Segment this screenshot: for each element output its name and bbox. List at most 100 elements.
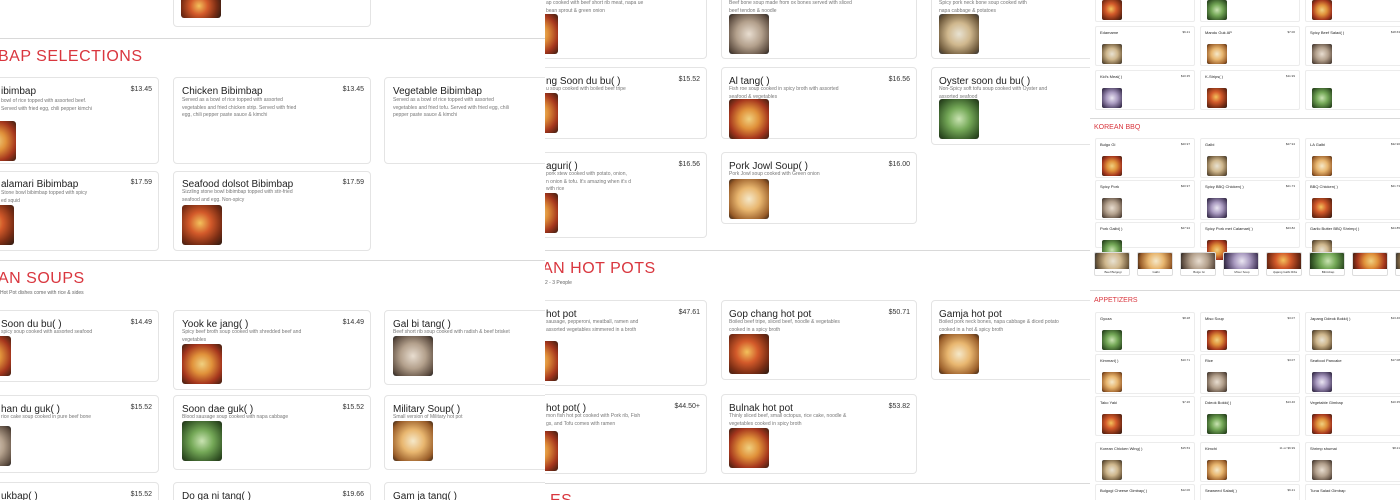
menu-item-card[interactable] xyxy=(1305,70,1400,110)
menu-item-card[interactable]: Shrimp shumai $8.21 xyxy=(1305,442,1400,482)
menu-item-card[interactable]: Kimmari( ) $10.71 xyxy=(1095,354,1195,394)
menu-item-card[interactable]: Gyoza $8.28 xyxy=(1095,312,1195,352)
menu-item-card[interactable]: Gamja hot pot Boiled pork neck bones, na… xyxy=(931,300,1090,380)
item-name: Bulgo Gi xyxy=(1100,142,1116,147)
photo-strip-item[interactable]: Rice xyxy=(1395,252,1400,276)
menu-item-card[interactable] xyxy=(173,0,371,27)
menu-item-card[interactable]: Chicken Bibimbap $13.45 Served as a bowl… xyxy=(173,77,371,164)
menu-item-card[interactable]: Tako Yaki $7.26 xyxy=(1095,396,1195,436)
photo-strip-item[interactable] xyxy=(1352,252,1388,276)
menu-item-card[interactable]: Spicy Beef Salad( ) $18.63 xyxy=(1305,26,1400,66)
menu-item-card[interactable]: Miso Soup $3.07 xyxy=(1200,312,1300,352)
dish-photo xyxy=(1207,156,1227,176)
menu-item-card[interactable]: Gop chang hot pot $50.71 Boiled beef tri… xyxy=(721,300,917,380)
menu-item-card[interactable]: Garlic Butter BBQ Shrimp( ) $24.85 xyxy=(1305,222,1400,260)
dish-photo xyxy=(1312,88,1332,108)
menu-item-card[interactable]: hot pot $47.61 sausage, pepperoni, meatb… xyxy=(545,300,707,386)
menu-item-card[interactable]: Ddeok Bokki( ) $13.46 xyxy=(1200,396,1300,436)
menu-item-card[interactable]: Gal bi tang( ) Beef short rib soup cooke… xyxy=(384,310,545,385)
menu-item-card[interactable]: Vegetable Gimbap $10.35 xyxy=(1305,396,1400,436)
item-price: $13.45 xyxy=(130,86,152,93)
item-price: $6.21 xyxy=(1287,488,1295,492)
menu-item-card[interactable]: Pork Jowl Soup( ) $16.00 Pork Jowl soup … xyxy=(721,152,917,224)
menu-item-card[interactable]: Spicy BBQ Chicken( ) $21.73 xyxy=(1200,180,1300,220)
menu-item-card[interactable]: Spicy pork neck bone soup cooked with na… xyxy=(931,0,1090,59)
menu-item-card[interactable]: Beef bone soup made from ox bones served… xyxy=(721,0,917,59)
menu-item-card[interactable]: Bulgogi Cheese Gimbap( ) $12.06 xyxy=(1095,484,1195,500)
dish-photo xyxy=(729,99,769,139)
menu-item-card[interactable]: han du guk( ) $15.52 rice cake soup cook… xyxy=(0,395,159,473)
menu-item-card[interactable]: Korean Chicken Wing( ) $15.53 xyxy=(1095,442,1195,482)
menu-item-card[interactable]: Oyster soon du bu( ) Non-Spicy soft tofu… xyxy=(931,67,1090,145)
menu-item-card[interactable]: BBQ Chicken( ) $21.73 xyxy=(1305,180,1400,220)
item-name: Tuna Salad Gimbap xyxy=(1310,488,1346,493)
dish-photo xyxy=(1207,330,1227,350)
menu-item-card[interactable]: Yook ke jang( ) $14.49 Spicy beef broth … xyxy=(173,310,371,390)
menu-item-card[interactable] xyxy=(1200,0,1300,22)
item-price: $3.07 xyxy=(1287,316,1295,320)
photo-strip-item[interactable]: Bulgo Gi xyxy=(1180,252,1216,276)
menu-item-card[interactable]: hot pot( ) $44.50+ mon fish hot pot cook… xyxy=(545,394,707,474)
menu-item-card[interactable]: ap cooked with beef short rib meat, napa… xyxy=(545,0,707,59)
photo-strip-item[interactable]: Jjajang Galbi Ribs xyxy=(1266,252,1302,276)
menu-item-card[interactable]: Bulgo Gi $20.97 xyxy=(1095,138,1195,178)
item-name: Kimchi xyxy=(1205,446,1218,451)
item-description: spicy soup cooked with assorted seafood xyxy=(1,329,93,335)
photo-strip-item[interactable]: Galbi xyxy=(1137,252,1173,276)
menu-item-card[interactable]: Galbi $27.94 xyxy=(1200,138,1300,178)
menu-item-card[interactable]: Military Soup( ) Small version of Milita… xyxy=(384,395,545,470)
dish-photo xyxy=(1181,253,1215,269)
item-description: rice cake soup cooked in pure beef bone xyxy=(1,414,92,420)
dish-photo xyxy=(0,336,11,376)
menu-item-card[interactable]: Tuna Salad Gimbap xyxy=(1305,484,1400,500)
menu-item-card[interactable]: alamari Bibimbap $17.59 Stone bowl bibim… xyxy=(0,171,159,251)
menu-item-card[interactable]: Soon du bu( ) $14.49 spicy soup cooked w… xyxy=(0,310,159,382)
menu-item-card[interactable]: Spicy Pork met Calamari( ) $23.82 xyxy=(1200,222,1300,260)
menu-item-card[interactable]: Edamame $6.21 xyxy=(1095,26,1195,66)
menu-item-card[interactable]: LA Galbi $32.90 xyxy=(1305,138,1400,178)
item-name: Kimmari( ) xyxy=(1100,358,1119,363)
menu-item-card[interactable]: Kimchi 11 oz $6.99 xyxy=(1200,442,1300,482)
menu-item-card[interactable] xyxy=(1305,0,1400,22)
menu-item-card[interactable]: Seaweed Salad( ) $6.21 xyxy=(1200,484,1300,500)
menu-item-card[interactable]: Spicy Pork $20.97 xyxy=(1095,180,1195,220)
menu-item-card[interactable]: Vegetable Bibimbap Served as a bowl of r… xyxy=(384,77,545,164)
menu-item-card[interactable]: Pork Galbi( ) $27.94 xyxy=(1095,222,1195,260)
dish-photo xyxy=(182,344,222,384)
photo-strip-item[interactable]: Bibimbap xyxy=(1309,252,1345,276)
menu-item-card[interactable]: Al tang( ) $16.56 Fish roe soup cooked i… xyxy=(721,67,917,139)
photo-strip-item[interactable]: Mixer Soup xyxy=(1223,252,1259,276)
item-price: $3.07 xyxy=(1287,358,1295,362)
menu-item-card[interactable]: ng Soon du bu( ) $15.52 u soup cooked wi… xyxy=(545,67,707,139)
item-name: Tako Yaki xyxy=(1100,400,1117,405)
menu-item-card[interactable]: Kid's Meal( ) $10.35 xyxy=(1095,70,1195,110)
dish-photo xyxy=(1310,253,1344,269)
menu-item-card[interactable]: Gam ja tang( ) xyxy=(384,482,545,500)
menu-item-card[interactable]: K-Strips( ) $11.99 xyxy=(1200,70,1300,110)
menu-item-card[interactable]: Bulnak hot pot $53.82 Thinly sliced beef… xyxy=(721,394,917,474)
item-price: $24.85 xyxy=(1390,226,1400,230)
photo-strip-item[interactable]: Beef Bulgogi xyxy=(1094,252,1130,276)
section-divider xyxy=(545,250,1090,251)
menu-item-card[interactable]: ibimbap $13.45 bowl of rice topped with … xyxy=(0,77,159,164)
menu-item-card[interactable]: Rice $3.07 xyxy=(1200,354,1300,394)
menu-item-card[interactable]: Japang Ddeok Bokki( ) $13.46 xyxy=(1305,312,1400,352)
menu-item-card[interactable]: Seafood Pancake $17.08 xyxy=(1305,354,1400,394)
item-price: $8.21 xyxy=(1392,446,1400,450)
menu-item-card[interactable]: Do ga ni tang( ) $19.66 xyxy=(173,482,371,500)
menu-item-card[interactable]: ukbap( ) $15.52 xyxy=(0,482,159,500)
item-name: Gam ja tang( ) xyxy=(393,491,457,500)
menu-item-card[interactable]: aguri( ) $16.56 pork stew cooked with po… xyxy=(545,152,707,238)
menu-item-card[interactable]: Soon dae guk( ) $15.52 Blood sausage sou… xyxy=(173,395,371,470)
dish-photo xyxy=(182,205,222,245)
item-name: Korean Chicken Wing( ) xyxy=(1100,446,1143,451)
menu-item-card[interactable]: Seafood dolsot Bibimbap $17.59 Sizzling … xyxy=(173,171,371,251)
section-title: ES xyxy=(550,492,572,500)
item-price: $20.97 xyxy=(1180,142,1190,146)
dish-photo xyxy=(1224,253,1258,269)
item-price: $44.50+ xyxy=(674,403,701,410)
item-description: mon fish hot pot cooked with Pork rib, F… xyxy=(546,413,641,427)
menu-item-card[interactable] xyxy=(1095,0,1195,22)
menu-item-card[interactable]: Mandu Guk AP $7.00 xyxy=(1200,26,1300,66)
menu-panel-right: Edamame $6.21 Mandu Guk AP $7.00 Spicy Beef … xyxy=(1090,0,1400,500)
